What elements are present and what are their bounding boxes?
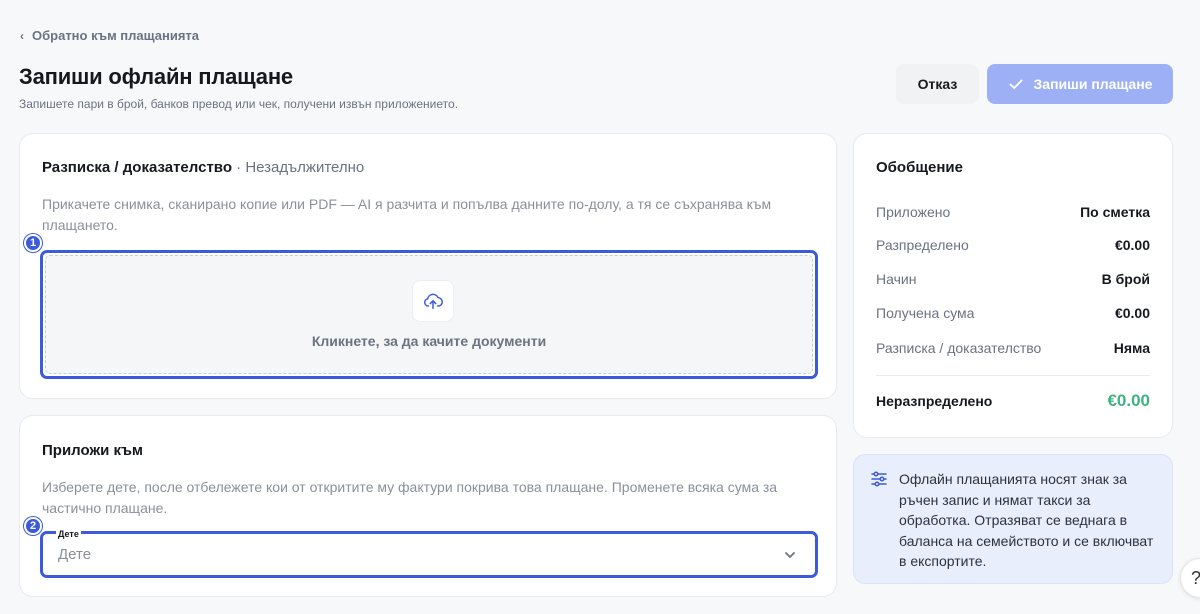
apply-description: Изберете дете, после отбележете кои от о… [42,479,778,516]
apply-title: Приложи към [42,442,144,459]
child-select-placeholder: Дете [58,546,92,563]
summary-total-row: Неразпределено €0.00 [876,391,1150,411]
summary-row-receipt: Разписка / доказателство Няма [876,340,1150,356]
back-link-label: Обратно към плащанията [32,28,200,43]
summary-title: Обобщение [876,159,963,176]
offline-info-note: Офлайн плащанията носят знак за ръчен за… [853,454,1173,584]
summary-value: В брой [1101,271,1150,287]
receipt-card: Разписка / доказателство · Незадължителн… [19,133,837,399]
cloud-upload-icon [424,293,443,310]
receipt-title-text: Разписка / доказателство [42,159,232,176]
help-button[interactable]: ? [1180,558,1200,598]
child-field-label: Дете [56,529,81,539]
child-select[interactable]: Дете [40,531,818,578]
chevron-left-icon: ‹ [20,28,24,43]
summary-value: €0.00 [1114,237,1150,253]
summary-row-received: Получена сума €0.00 [876,305,1150,321]
upload-dropzone[interactable]: Кликнете, за да качите документи [40,250,818,379]
summary-value: По сметка [1080,204,1150,220]
summary-key: Разпределено [876,237,969,253]
save-button-label: Запиши плащане [1033,76,1153,92]
sliders-icon [871,471,887,487]
summary-key: Приложено [876,204,951,220]
apply-to-card: Приложи към Изберете дете, после отбележ… [19,415,837,597]
cancel-button-label: Отказ [917,76,958,92]
receipt-title: Разписка / доказателство · Незадължителн… [42,159,364,176]
page-subtitle: Запишете пари в брой, банков превод или … [19,97,459,111]
cancel-button[interactable]: Отказ [896,64,979,104]
summary-value: Няма [1113,340,1150,356]
summary-key: Начин [876,271,917,287]
step-marker-2: 2 [24,517,42,535]
summary-key: Получена сума [876,305,975,321]
step-marker-1: 1 [24,234,42,252]
chevron-down-icon [785,551,795,558]
page-title: Запиши офлайн плащане [19,64,293,89]
unallocated-label: Неразпределено [876,393,993,409]
summary-row-applied: Приложено По сметка [876,204,1150,220]
summary-value: €0.00 [1114,305,1150,321]
upload-dropzone-inner[interactable]: Кликнете, за да качите документи [45,255,813,374]
save-payment-button[interactable]: Запиши плащане [987,64,1173,104]
back-to-payments-link[interactable]: ‹ Обратно към плащанията [20,28,199,43]
optional-tag: · Незадължително [231,159,365,176]
unallocated-value: €0.00 [1107,391,1150,410]
summary-divider [876,375,1150,376]
summary-key: Разписка / доказателство [876,340,1042,356]
receipt-description: Прикачете снимка, сканирано копие или PD… [42,196,772,233]
help-label: ? [1191,568,1200,589]
check-icon [1009,79,1022,89]
summary-card: Обобщение Приложено По сметка Разпределе… [853,133,1173,438]
upload-icon-box [412,280,454,322]
summary-row-allocated: Разпределено €0.00 [876,237,1150,253]
info-text: Офлайн плащанията носят знак за ръчен за… [899,471,1154,569]
summary-row-method: Начин В брой [876,271,1150,287]
upload-label: Кликнете, за да качите документи [311,333,547,349]
